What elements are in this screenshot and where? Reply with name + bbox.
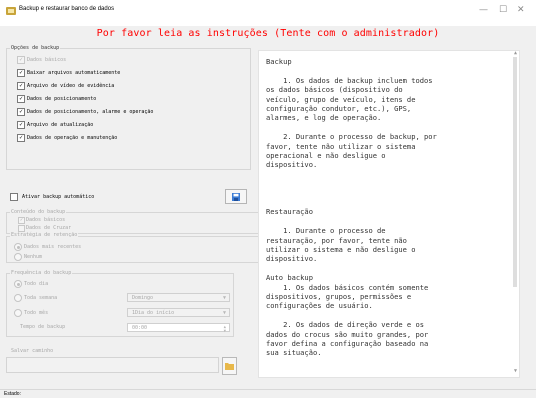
instruction-banner: Por favor leia as instruções (Tente com … — [96, 28, 440, 39]
weekday-dropdown[interactable]: Domingo ▼ — [127, 293, 230, 302]
close-button[interactable]: ✕ — [517, 5, 525, 15]
backup-option-label: Arquivo de vídeo de evidência — [27, 83, 115, 89]
frequency-title: Frequência do backup — [10, 270, 73, 276]
minimize-button[interactable]: — — [479, 5, 488, 15]
instruction-line: Backup — [266, 57, 292, 66]
scroll-down-icon[interactable]: ▼ — [514, 368, 517, 374]
backup-option-checkbox[interactable]: ✓ — [17, 56, 25, 64]
instruction-line: 2. Durante o processo de backup, por — [266, 132, 437, 142]
backup-option-checkbox[interactable]: ✓ — [17, 69, 25, 77]
content-crossing-label: Dados de Cruzar — [26, 225, 72, 231]
instruction-line: favor defina a configuração baseado na — [266, 339, 429, 348]
backup-option-checkbox[interactable]: ✓ — [17, 108, 25, 116]
floppy-save-icon — [232, 193, 240, 201]
chevron-down-icon: ▼ — [222, 310, 226, 316]
month-day-value: 1Dia do início — [132, 310, 175, 316]
backup-option-checkbox[interactable]: ✓ — [17, 82, 25, 90]
scrollbar-thumb[interactable] — [513, 57, 517, 287]
instruction-line: dispositivo. — [266, 254, 318, 264]
auto-backup-label: Ativar backup automático — [22, 194, 95, 200]
instruction-line: operacional e não desligue o — [266, 151, 386, 160]
stepper-arrows-icon: ▲ ▼ — [223, 323, 226, 333]
save-settings-button[interactable] — [225, 189, 247, 204]
instruction-line: Restauração — [266, 207, 313, 217]
chevron-down-icon: ▼ — [222, 295, 226, 301]
backup-option-checkbox[interactable]: ✓ — [17, 121, 25, 129]
instruction-line: dispositivo. — [266, 160, 318, 170]
backup-option-label: Baixar arquivos automaticamente — [27, 70, 121, 76]
instruction-line: 1. Os dados de backup incluem todos — [266, 75, 433, 85]
instruction-line: configurações de usuário. — [266, 301, 373, 311]
scroll-up-icon[interactable]: ▲ — [514, 50, 517, 56]
weekday-value: Domingo — [132, 295, 154, 301]
instruction-line: restauração, por favor, tente não — [266, 235, 407, 245]
instruction-line: 1. Os dados básicos contém somente — [266, 282, 429, 292]
app-database-icon — [6, 7, 16, 15]
browse-folder-button[interactable] — [222, 357, 237, 375]
backup-option-label: Dados de operação e manutenção — [27, 135, 118, 141]
content-basic-label: Dados básicos — [26, 217, 66, 223]
frequency-daily-radio[interactable] — [14, 280, 22, 288]
save-path-input[interactable] — [6, 357, 219, 373]
instruction-line: Auto backup — [266, 273, 313, 283]
instruction-line: utilizar o sistema e não desligue o — [266, 245, 416, 254]
backup-options-title: Opções de backup — [10, 45, 61, 51]
backup-option-checkbox[interactable]: ✓ — [17, 95, 25, 103]
backup-option-label: Dados de posicionamento — [27, 96, 97, 102]
retention-none-label: Nenhum — [24, 254, 43, 260]
backup-time-stepper[interactable]: 00:00 ▲ ▼ — [127, 323, 230, 332]
retention-title: Estratégia de retenção — [10, 232, 79, 238]
backup-option-checkbox[interactable]: ✓ — [17, 134, 25, 142]
status-label: Estado: — [4, 391, 21, 397]
instruction-line: alarmes, e log de operação. — [266, 113, 382, 123]
instruction-line: 2. Os dados de direção verde e os — [266, 320, 425, 330]
frequency-weekly-label: Toda semana — [24, 295, 58, 301]
instructions-panel[interactable]: Backup 1. Os dados de backup incluem tod… — [258, 50, 520, 378]
retention-latest-radio[interactable] — [14, 243, 22, 251]
backup-content-title: Conteúdo do backup — [10, 209, 67, 215]
save-path-title: Salvar caminho — [10, 348, 55, 354]
backup-time-value: 00:00 — [132, 325, 148, 331]
retention-latest-label: Dados mais recentes — [24, 244, 82, 250]
auto-backup-checkbox[interactable] — [10, 193, 18, 201]
backup-option-label: Dados de posicionamento, alarme e operaç… — [27, 109, 154, 115]
backup-time-label: Tempo de backup — [20, 324, 66, 330]
frequency-weekly-radio[interactable] — [14, 294, 22, 302]
instruction-line: dispositivos, grupos, permissões e — [266, 292, 412, 301]
folder-icon — [225, 363, 234, 370]
instruction-line: favor, tente não utilizar o sistema — [266, 141, 416, 151]
instruction-line: sua situação. — [266, 348, 322, 358]
instruction-line: os dados básicos (dispositivo do — [266, 85, 403, 95]
instruction-line: dados do crocus são muito grandes, por — [266, 329, 429, 339]
instruction-line: 1. Durante o processo de — [266, 226, 386, 236]
content-basic-checkbox[interactable]: ✓ — [18, 217, 25, 224]
content-crossing-checkbox[interactable] — [18, 225, 25, 232]
backup-option-label: Dados básicos — [27, 57, 67, 63]
backup-option-label: Arquivo de atualização — [27, 122, 94, 128]
instruction-line: configuração condutor, etc.), GPS, — [266, 104, 412, 113]
window-title: Backup e restaurar banco de dados — [19, 6, 115, 12]
retention-none-radio[interactable] — [14, 253, 22, 261]
frequency-monthly-radio[interactable] — [14, 309, 22, 317]
maximize-button[interactable]: ☐ — [499, 5, 507, 15]
frequency-daily-label: Todo dia — [24, 281, 49, 287]
frequency-monthly-label: Todo mês — [24, 310, 49, 316]
instruction-line: veículo, grupo de veículo, itens de — [266, 94, 416, 104]
month-day-dropdown[interactable]: 1Dia do início ▼ — [127, 308, 230, 317]
title-bar — [0, 0, 536, 26]
